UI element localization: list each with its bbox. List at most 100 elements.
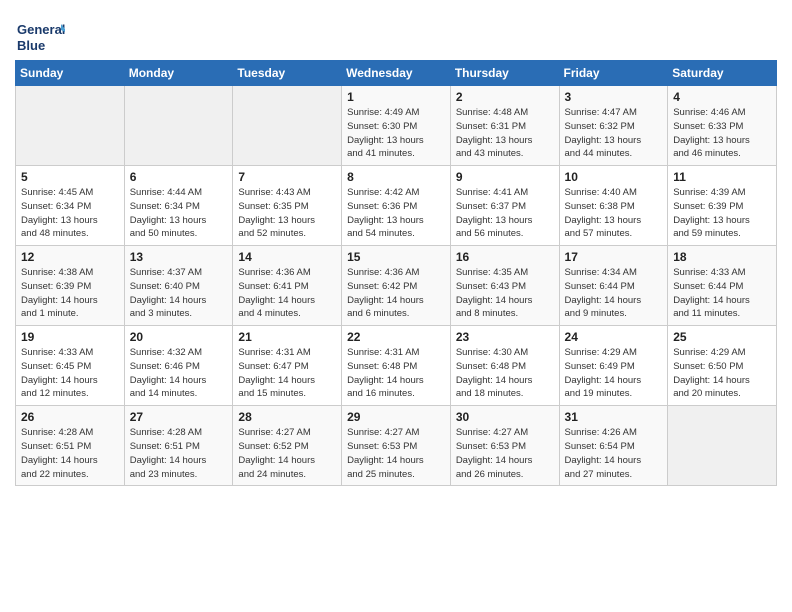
- day-info: Sunrise: 4:27 AM Sunset: 6:53 PM Dayligh…: [347, 426, 445, 481]
- day-number: 14: [238, 250, 336, 264]
- calendar-cell: 18 Sunrise: 4:33 AM Sunset: 6:44 PM Dayli…: [668, 246, 777, 326]
- day-number: 22: [347, 330, 445, 344]
- calendar-cell: 20 Sunrise: 4:32 AM Sunset: 6:46 PM Dayli…: [124, 326, 233, 406]
- calendar-cell: 12 Sunrise: 4:38 AM Sunset: 6:39 PM Dayli…: [16, 246, 125, 326]
- svg-text:Blue: Blue: [17, 38, 45, 53]
- day-number: 10: [565, 170, 663, 184]
- day-number: 3: [565, 90, 663, 104]
- page-header: General Blue: [15, 10, 777, 56]
- day-number: 26: [21, 410, 119, 424]
- calendar-cell: 16 Sunrise: 4:35 AM Sunset: 6:43 PM Dayli…: [450, 246, 559, 326]
- day-number: 2: [456, 90, 554, 104]
- weekday-header: Sunday: [16, 61, 125, 86]
- day-number: 31: [565, 410, 663, 424]
- calendar-cell: [124, 86, 233, 166]
- calendar-cell: 2 Sunrise: 4:48 AM Sunset: 6:31 PM Daylig…: [450, 86, 559, 166]
- calendar-week-row: 19 Sunrise: 4:33 AM Sunset: 6:45 PM Dayli…: [16, 326, 777, 406]
- day-info: Sunrise: 4:33 AM Sunset: 6:45 PM Dayligh…: [21, 346, 119, 401]
- day-info: Sunrise: 4:27 AM Sunset: 6:52 PM Dayligh…: [238, 426, 336, 481]
- weekday-header: Thursday: [450, 61, 559, 86]
- calendar-cell: 19 Sunrise: 4:33 AM Sunset: 6:45 PM Dayli…: [16, 326, 125, 406]
- calendar-cell: 22 Sunrise: 4:31 AM Sunset: 6:48 PM Dayli…: [342, 326, 451, 406]
- day-info: Sunrise: 4:31 AM Sunset: 6:47 PM Dayligh…: [238, 346, 336, 401]
- day-info: Sunrise: 4:40 AM Sunset: 6:38 PM Dayligh…: [565, 186, 663, 241]
- day-number: 13: [130, 250, 228, 264]
- calendar-cell: 5 Sunrise: 4:45 AM Sunset: 6:34 PM Daylig…: [16, 166, 125, 246]
- day-info: Sunrise: 4:48 AM Sunset: 6:31 PM Dayligh…: [456, 106, 554, 161]
- calendar-week-row: 26 Sunrise: 4:28 AM Sunset: 6:51 PM Dayli…: [16, 406, 777, 486]
- calendar-cell: 23 Sunrise: 4:30 AM Sunset: 6:48 PM Dayli…: [450, 326, 559, 406]
- day-number: 8: [347, 170, 445, 184]
- day-number: 5: [21, 170, 119, 184]
- day-number: 28: [238, 410, 336, 424]
- weekday-header: Tuesday: [233, 61, 342, 86]
- day-number: 20: [130, 330, 228, 344]
- day-info: Sunrise: 4:45 AM Sunset: 6:34 PM Dayligh…: [21, 186, 119, 241]
- day-info: Sunrise: 4:36 AM Sunset: 6:42 PM Dayligh…: [347, 266, 445, 321]
- calendar-cell: 6 Sunrise: 4:44 AM Sunset: 6:34 PM Daylig…: [124, 166, 233, 246]
- calendar-cell: 4Sunrise: 4:46 AM Sunset: 6:33 PM Daylig…: [668, 86, 777, 166]
- calendar-week-row: 12 Sunrise: 4:38 AM Sunset: 6:39 PM Dayli…: [16, 246, 777, 326]
- calendar-cell: 31Sunrise: 4:26 AM Sunset: 6:54 PM Dayli…: [559, 406, 668, 486]
- weekday-header: Saturday: [668, 61, 777, 86]
- day-info: Sunrise: 4:38 AM Sunset: 6:39 PM Dayligh…: [21, 266, 119, 321]
- day-info: Sunrise: 4:44 AM Sunset: 6:34 PM Dayligh…: [130, 186, 228, 241]
- calendar-cell: 7 Sunrise: 4:43 AM Sunset: 6:35 PM Daylig…: [233, 166, 342, 246]
- day-info: Sunrise: 4:30 AM Sunset: 6:48 PM Dayligh…: [456, 346, 554, 401]
- calendar-cell: 30 Sunrise: 4:27 AM Sunset: 6:53 PM Dayli…: [450, 406, 559, 486]
- day-number: 15: [347, 250, 445, 264]
- day-number: 19: [21, 330, 119, 344]
- day-info: Sunrise: 4:27 AM Sunset: 6:53 PM Dayligh…: [456, 426, 554, 481]
- day-info: Sunrise: 4:33 AM Sunset: 6:44 PM Dayligh…: [673, 266, 771, 321]
- calendar-cell: 21 Sunrise: 4:31 AM Sunset: 6:47 PM Dayli…: [233, 326, 342, 406]
- calendar-cell: 24 Sunrise: 4:29 AM Sunset: 6:49 PM Dayli…: [559, 326, 668, 406]
- day-info: Sunrise: 4:32 AM Sunset: 6:46 PM Dayligh…: [130, 346, 228, 401]
- day-number: 18: [673, 250, 771, 264]
- day-info: Sunrise: 4:43 AM Sunset: 6:35 PM Dayligh…: [238, 186, 336, 241]
- calendar-cell: 29 Sunrise: 4:27 AM Sunset: 6:53 PM Dayli…: [342, 406, 451, 486]
- day-number: 25: [673, 330, 771, 344]
- calendar-cell: 9 Sunrise: 4:41 AM Sunset: 6:37 PM Daylig…: [450, 166, 559, 246]
- calendar-cell: 28 Sunrise: 4:27 AM Sunset: 6:52 PM Dayli…: [233, 406, 342, 486]
- day-number: 6: [130, 170, 228, 184]
- day-number: 1: [347, 90, 445, 104]
- calendar-cell: 10 Sunrise: 4:40 AM Sunset: 6:38 PM Dayli…: [559, 166, 668, 246]
- day-info: Sunrise: 4:35 AM Sunset: 6:43 PM Dayligh…: [456, 266, 554, 321]
- calendar-week-row: 5 Sunrise: 4:45 AM Sunset: 6:34 PM Daylig…: [16, 166, 777, 246]
- day-number: 24: [565, 330, 663, 344]
- day-number: 21: [238, 330, 336, 344]
- day-number: 30: [456, 410, 554, 424]
- calendar-cell: 13Sunrise: 4:37 AM Sunset: 6:40 PM Dayli…: [124, 246, 233, 326]
- svg-text:General: General: [17, 22, 65, 37]
- day-info: Sunrise: 4:41 AM Sunset: 6:37 PM Dayligh…: [456, 186, 554, 241]
- calendar-cell: [16, 86, 125, 166]
- day-number: 29: [347, 410, 445, 424]
- calendar-cell: 15 Sunrise: 4:36 AM Sunset: 6:42 PM Dayli…: [342, 246, 451, 326]
- day-info: Sunrise: 4:29 AM Sunset: 6:49 PM Dayligh…: [565, 346, 663, 401]
- calendar-cell: 25Sunrise: 4:29 AM Sunset: 6:50 PM Dayli…: [668, 326, 777, 406]
- calendar-cell: 1Sunrise: 4:49 AM Sunset: 6:30 PM Daylig…: [342, 86, 451, 166]
- calendar-cell: 14 Sunrise: 4:36 AM Sunset: 6:41 PM Dayli…: [233, 246, 342, 326]
- day-info: Sunrise: 4:47 AM Sunset: 6:32 PM Dayligh…: [565, 106, 663, 161]
- day-number: 7: [238, 170, 336, 184]
- weekday-header: Friday: [559, 61, 668, 86]
- day-number: 23: [456, 330, 554, 344]
- day-info: Sunrise: 4:31 AM Sunset: 6:48 PM Dayligh…: [347, 346, 445, 401]
- calendar-table: SundayMondayTuesdayWednesdayThursdayFrid…: [15, 60, 777, 486]
- day-number: 12: [21, 250, 119, 264]
- day-info: Sunrise: 4:42 AM Sunset: 6:36 PM Dayligh…: [347, 186, 445, 241]
- day-info: Sunrise: 4:28 AM Sunset: 6:51 PM Dayligh…: [130, 426, 228, 481]
- calendar-cell: 3 Sunrise: 4:47 AM Sunset: 6:32 PM Daylig…: [559, 86, 668, 166]
- logo-svg: General Blue: [15, 16, 65, 56]
- calendar-cell: [233, 86, 342, 166]
- day-number: 11: [673, 170, 771, 184]
- weekday-header: Wednesday: [342, 61, 451, 86]
- day-number: 4: [673, 90, 771, 104]
- day-info: Sunrise: 4:28 AM Sunset: 6:51 PM Dayligh…: [21, 426, 119, 481]
- day-info: Sunrise: 4:36 AM Sunset: 6:41 PM Dayligh…: [238, 266, 336, 321]
- day-number: 16: [456, 250, 554, 264]
- weekday-header: Monday: [124, 61, 233, 86]
- day-info: Sunrise: 4:39 AM Sunset: 6:39 PM Dayligh…: [673, 186, 771, 241]
- day-number: 9: [456, 170, 554, 184]
- day-info: Sunrise: 4:34 AM Sunset: 6:44 PM Dayligh…: [565, 266, 663, 321]
